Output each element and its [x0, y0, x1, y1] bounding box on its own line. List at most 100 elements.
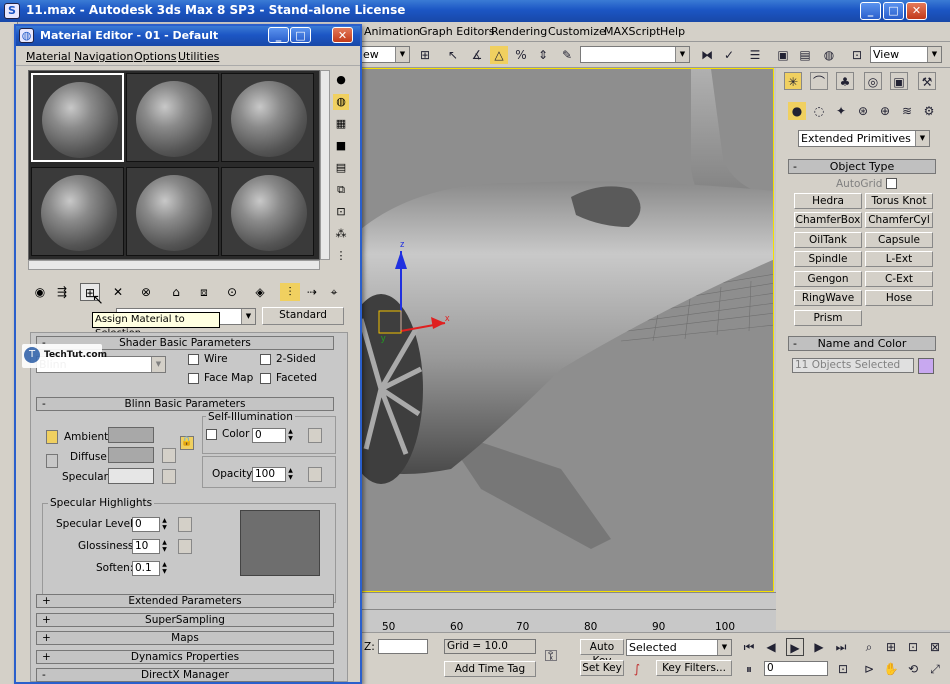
me-menu-material[interactable]: Material [26, 50, 71, 63]
specular-level-spinner-icon[interactable]: ▲ ▼ [160, 517, 169, 532]
glossiness-value[interactable]: 10 [132, 539, 160, 554]
wire-checkbox[interactable] [188, 354, 199, 365]
select-manipulate-icon[interactable]: ↖ [444, 46, 462, 64]
hierarchy-tab-icon[interactable]: ♣ [836, 72, 854, 90]
extended-params-rollout[interactable]: + Extended Parameters [36, 594, 334, 608]
spindle-button[interactable]: Spindle [794, 251, 862, 267]
supersampling-rollout[interactable]: + SuperSampling [36, 613, 334, 627]
put-to-library-icon[interactable]: ⌂ [166, 283, 186, 301]
specular-map-button[interactable] [162, 469, 176, 484]
hose-button[interactable]: Hose [865, 290, 933, 306]
spacewarps-icon[interactable]: ≋ [898, 102, 916, 120]
helpers-icon[interactable]: ⊕ [876, 102, 894, 120]
menu-help[interactable]: Help [660, 25, 685, 38]
snap-icon[interactable]: ∡ [468, 46, 486, 64]
make-preview-icon[interactable]: ⧉ [333, 182, 349, 198]
material-effects-channel-icon[interactable]: ⧈ [194, 283, 214, 301]
set-key-button[interactable]: Set Key [580, 660, 624, 676]
prev-frame-icon[interactable]: ◀ [762, 638, 780, 656]
go-to-parent-icon[interactable]: ⫶ [280, 283, 300, 301]
play-icon[interactable]: ▶ [786, 638, 804, 656]
slots-vertical-scrollbar[interactable] [320, 70, 330, 260]
systems-icon[interactable]: ⚙ [920, 102, 938, 120]
menu-customize[interactable]: Customize [548, 25, 606, 38]
lights-icon[interactable]: ✦ [832, 102, 850, 120]
pivot-icon[interactable]: ⊞ [416, 46, 434, 64]
specular-level-map-button[interactable] [178, 517, 192, 532]
me-maximize-icon[interactable]: □ [290, 27, 311, 43]
zoom-icon[interactable]: ⌕ [860, 638, 878, 656]
primitive-category-combo[interactable]: Extended Primitives ▼ [798, 130, 930, 147]
cameras-icon[interactable]: ⊛ [854, 102, 872, 120]
diffuse-map-button[interactable] [162, 448, 176, 463]
self-illum-color-checkbox[interactable] [206, 429, 217, 440]
l-ext-button[interactable]: L-Ext [865, 251, 933, 267]
blinn-basic-params-rollout[interactable]: - Blinn Basic Parameters [36, 397, 334, 411]
object-color-swatch[interactable] [918, 358, 934, 374]
me-close-icon[interactable]: ✕ [332, 27, 353, 43]
ambient-color-swatch[interactable] [108, 427, 154, 443]
gengon-button[interactable]: Gengon [794, 271, 862, 287]
named-selection-icon[interactable]: ✎ [558, 46, 576, 64]
autogrid-checkbox[interactable] [886, 178, 897, 189]
material-navigator-icon[interactable]: ⋮ [333, 248, 349, 264]
chamfercyl-button[interactable]: ChamferCyl [865, 212, 933, 228]
zoom-extents-icon[interactable]: ⊡ [904, 638, 922, 656]
me-menu-utilities[interactable]: Utilities [178, 50, 219, 63]
pick-material-icon[interactable]: ⌖ [324, 283, 344, 301]
menu-animation[interactable]: Animation [364, 25, 420, 38]
perspective-viewport[interactable]: z x y [360, 68, 774, 592]
render-type-combo[interactable]: View ▼ [870, 46, 942, 63]
self-illum-value[interactable]: 0 [252, 428, 286, 443]
opacity-value[interactable]: 100 [252, 467, 286, 482]
sample-slot-6[interactable] [221, 167, 314, 256]
me-menu-navigation[interactable]: Navigation [74, 50, 133, 63]
self-illum-spinner-icon[interactable]: ▲ ▼ [286, 428, 295, 443]
mirror-icon[interactable]: ⧓ [698, 46, 716, 64]
faceted-checkbox[interactable] [260, 373, 271, 384]
self-illum-map-button[interactable] [308, 428, 322, 443]
lock-diffuse-specular-icon[interactable] [46, 454, 58, 468]
oiltank-button[interactable]: OilTank [794, 232, 862, 248]
c-ext-button[interactable]: C-Ext [865, 271, 933, 287]
select-by-material-icon[interactable]: ⁂ [333, 226, 349, 242]
capsule-button[interactable]: Capsule [865, 232, 933, 248]
me-menu-options[interactable]: Options [134, 50, 176, 63]
reference-coord-combo[interactable]: ew ▼ [360, 46, 410, 63]
current-frame-field[interactable]: 0 [764, 661, 828, 676]
motion-tab-icon[interactable]: ◎ [864, 72, 882, 90]
video-color-check-icon[interactable]: ▤ [333, 160, 349, 176]
arc-rotate-icon[interactable]: ⟲ [904, 660, 922, 678]
app-icon[interactable]: S [4, 3, 20, 19]
opacity-spinner-icon[interactable]: ▲ ▼ [286, 467, 295, 482]
minimize-icon[interactable]: _ [860, 2, 881, 20]
backlight-icon[interactable]: ◍ [333, 94, 349, 110]
utilities-tab-icon[interactable]: ⚒ [918, 72, 936, 90]
background-checker-icon[interactable]: ▦ [333, 116, 349, 132]
close-icon[interactable]: ✕ [906, 2, 927, 20]
display-tab-icon[interactable]: ▣ [890, 72, 908, 90]
object-type-rollout[interactable]: - Object Type [788, 159, 936, 174]
menu-graph-editors[interactable]: Graph Editors [419, 25, 495, 38]
show-end-result-icon[interactable]: ◈ [250, 283, 270, 301]
specular-color-swatch[interactable] [108, 468, 154, 484]
sample-uv-tiling-icon[interactable]: ■ [333, 138, 349, 154]
key-filters-button[interactable]: Key Filters... [656, 660, 732, 676]
prism-button[interactable]: Prism [794, 310, 862, 326]
material-options-icon[interactable]: ⊡ [333, 204, 349, 220]
torus-knot-button[interactable]: Torus Knot [865, 193, 933, 209]
key-icon[interactable]: ⚿ [542, 647, 560, 665]
create-tab-icon[interactable]: ✳ [784, 72, 802, 90]
shapes-icon[interactable]: ◌ [810, 102, 828, 120]
put-to-scene-icon[interactable]: ⇶ [52, 283, 72, 301]
auto-key-button[interactable]: Auto Key [580, 639, 624, 667]
hedra-button[interactable]: Hedra [794, 193, 862, 209]
pan-icon[interactable]: ✋ [882, 660, 900, 678]
face-map-checkbox[interactable] [188, 373, 199, 384]
time-config-icon[interactable]: ⊡ [834, 660, 852, 678]
goto-start-icon[interactable]: ⏮ [740, 638, 758, 656]
get-material-icon[interactable]: ◉ [30, 283, 50, 301]
make-unique-icon[interactable]: ⊗ [136, 283, 156, 301]
sample-slot-1[interactable] [31, 73, 124, 162]
render-scene-icon[interactable]: ⊡ [848, 46, 866, 64]
